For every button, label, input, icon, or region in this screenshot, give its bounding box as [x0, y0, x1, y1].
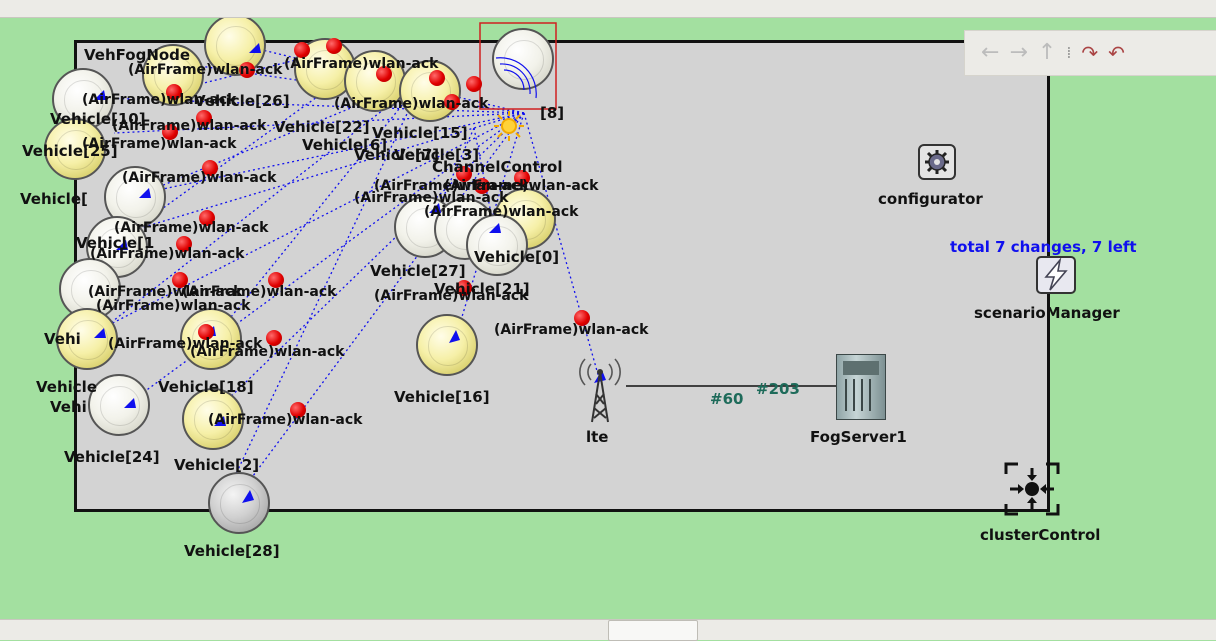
- fog-server-label: FogServer1: [810, 428, 907, 446]
- heading-arrow-icon: [242, 490, 254, 503]
- scenario-manager-label: scenarioManager: [974, 304, 1120, 322]
- gear-icon: [925, 150, 949, 174]
- vehicle-label: Vehicle[2]: [174, 456, 260, 474]
- lightning-icon: [1044, 257, 1068, 291]
- message-label: (AirFrame)wlan-ack: [128, 62, 283, 78]
- rotate-right-icon[interactable]: ↶: [1108, 43, 1125, 63]
- message-label: (AirFrame)wlan-ack: [494, 322, 649, 338]
- heading-arrow-icon: [449, 330, 460, 343]
- configurator-label: configurator: [878, 190, 983, 208]
- vehicle-label: Vehicle[18]: [158, 378, 254, 396]
- vehicle-label: Vehicle[0]: [474, 248, 560, 266]
- message-label: (AirFrame)wlan-ack: [444, 178, 599, 194]
- message-label: (AirFrame)wlan-ack: [284, 56, 439, 72]
- vehicle-label: Vehicle[26]: [194, 92, 290, 110]
- message-label: (AirFrame)wlan-ack: [334, 96, 489, 112]
- message-label: (AirFrame)wlan-ack: [96, 298, 251, 314]
- scenario-manager-icon[interactable]: [1036, 256, 1076, 294]
- arrow-left-icon[interactable]: ←: [981, 42, 999, 64]
- scenario-info-text: total 7 changes, 7 left: [950, 238, 1137, 256]
- channel-control-icon: [501, 118, 517, 134]
- arrow-up-icon[interactable]: ↑: [1038, 42, 1056, 64]
- vehicle-label: Vehicle: [36, 378, 97, 396]
- top-ruler: [0, 0, 1216, 18]
- message-label: (AirFrame)wlan-ack: [208, 412, 363, 428]
- message-dot: [466, 76, 482, 92]
- network-canvas[interactable]: (AirFrame)wlan-ack (AirFrame)wlan-ack (A…: [4, 18, 1216, 618]
- heading-arrow-icon: [249, 43, 261, 53]
- antenna-icon[interactable]: [572, 350, 628, 424]
- vehicle-label: Vehicle[15]: [372, 124, 468, 142]
- canvas-toolbar: ← → ↑ ⁞ ↷ ↶: [964, 30, 1216, 76]
- vehicle-label: [8]: [540, 104, 565, 122]
- toolbar-separator: ⁞: [1066, 43, 1072, 62]
- vehicle-label: Vehicle[24]: [64, 448, 160, 466]
- heading-arrow-icon: [139, 188, 151, 198]
- vehicle-label: Vehicle[1: [76, 234, 155, 252]
- message-label: (AirFrame)wlan-ack: [190, 344, 345, 360]
- arrow-right-icon[interactable]: →: [1009, 42, 1027, 64]
- vehicle-label: Vehicle[10]: [50, 110, 146, 128]
- channel-control-label: ChannelControl: [432, 158, 563, 176]
- fog-node-label: VehFogNode: [84, 46, 191, 64]
- server-stripe: [845, 379, 847, 411]
- server-stripe: [861, 379, 863, 411]
- vehicle-label: Vehicle[21]: [434, 280, 530, 298]
- heading-arrow-icon: [94, 328, 106, 338]
- server-icon[interactable]: [836, 354, 886, 420]
- configurator-icon[interactable]: [918, 144, 956, 180]
- message-label: (AirFrame)wlan-ack: [424, 204, 579, 220]
- message-dot: [429, 70, 445, 86]
- vehicle-label: Vehicle[22]: [274, 118, 370, 136]
- message-label: (AirFrame)wlan-ack: [122, 170, 277, 186]
- server-stripe: [869, 379, 871, 411]
- vehicle-label: Vehicle[: [20, 190, 88, 208]
- vehicle-label: Vehi: [44, 330, 81, 348]
- cluster-control-label: clusterControl: [980, 526, 1101, 544]
- server-stripe: [853, 379, 855, 411]
- rotate-left-icon[interactable]: ↷: [1081, 43, 1098, 63]
- lte-label: lte: [586, 428, 609, 446]
- lte-gate-label: #60: [710, 390, 744, 408]
- heading-arrow-icon: [124, 398, 136, 408]
- heading-arrow-icon: [489, 223, 501, 233]
- vehicle-label: Vehicle[16]: [394, 388, 490, 406]
- server-gate-label: #203: [756, 380, 800, 398]
- server-slot: [843, 361, 879, 375]
- scrollbar-thumb[interactable]: [608, 620, 698, 641]
- vehicle-label: Vehi: [50, 398, 87, 416]
- vehicle-label: Vehicle[28]: [184, 542, 280, 560]
- message-dot: [326, 38, 342, 54]
- vehicle-label: Vehicle[27]: [370, 262, 466, 280]
- vehicle-label: Vehicle[25]: [22, 142, 118, 160]
- cluster-control-icon[interactable]: [1002, 460, 1062, 518]
